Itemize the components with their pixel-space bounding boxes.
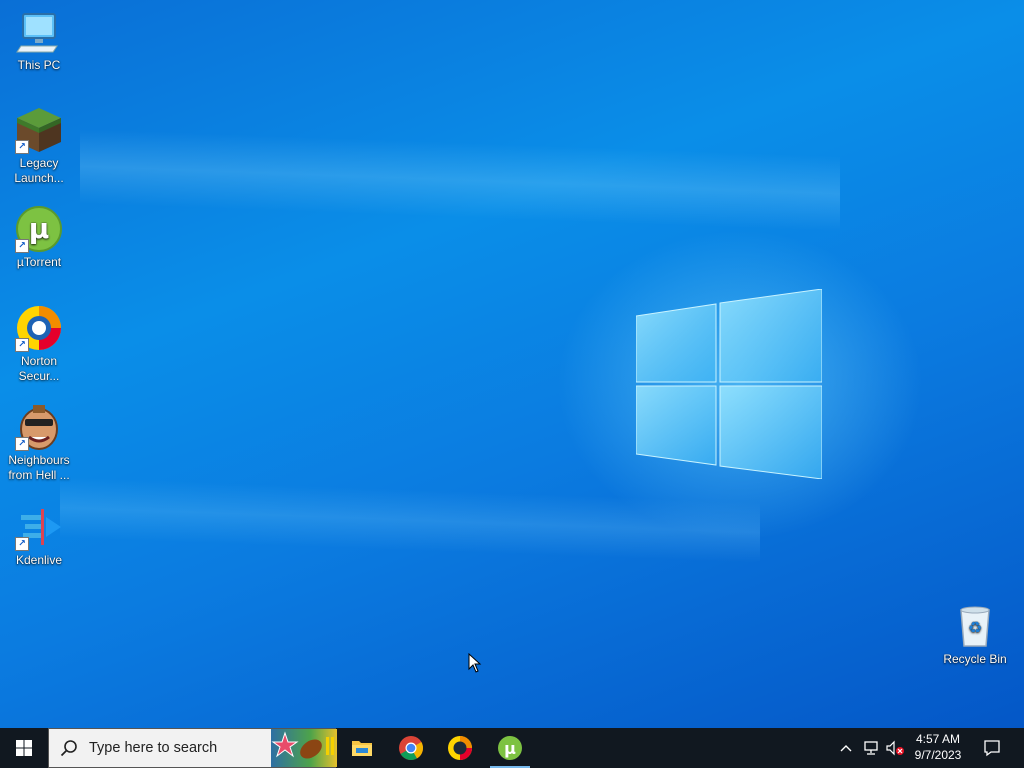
desktop-icon-norton-security[interactable]: ↗ Norton Secur... bbox=[1, 304, 77, 384]
taskbar-utorrent[interactable]: µ bbox=[486, 728, 534, 768]
shortcut-arrow-icon: ↗ bbox=[15, 437, 29, 451]
desktop-icon-kdenlive[interactable]: ↗ Kdenlive bbox=[1, 503, 77, 568]
norton-icon bbox=[448, 736, 472, 760]
desktop-icon-label: µTorrent bbox=[16, 255, 62, 269]
chrome-icon bbox=[399, 736, 424, 761]
desktop-icon-recycle-bin[interactable]: ♻ Recycle Bin bbox=[937, 602, 1013, 667]
desktop-icon-label: Neighbours from Hell ... bbox=[8, 453, 70, 482]
chevron-up-icon bbox=[840, 745, 852, 752]
taskbar-chrome[interactable] bbox=[387, 728, 435, 768]
desktop-icon-label: This PC bbox=[17, 58, 61, 72]
mouse-cursor-icon bbox=[468, 653, 482, 673]
desktop-icon-label: Norton Secur... bbox=[18, 354, 60, 383]
volume-muted-icon bbox=[886, 740, 904, 756]
desktop-icon-label: Legacy Launch... bbox=[14, 156, 64, 185]
this-pc-icon bbox=[15, 8, 63, 56]
windows-start-icon bbox=[16, 740, 32, 756]
network-icon bbox=[864, 741, 878, 755]
file-explorer-icon bbox=[352, 741, 372, 756]
show-hidden-icons-button[interactable] bbox=[836, 728, 856, 768]
search-highlight-art bbox=[271, 729, 337, 767]
desktop: This PC ↗ Legacy Launch... µ ↗ µTorrent bbox=[0, 0, 1024, 728]
desktop-icon-utorrent[interactable]: µ ↗ µTorrent bbox=[1, 205, 77, 270]
desktop-icon-legacy-launcher[interactable]: ↗ Legacy Launch... bbox=[1, 106, 77, 186]
taskbar-norton[interactable] bbox=[436, 728, 484, 768]
start-button[interactable] bbox=[0, 728, 48, 768]
recycle-bin-icon: ♻ bbox=[951, 602, 999, 650]
utorrent-icon: µ bbox=[498, 736, 522, 760]
svg-text:µ: µ bbox=[29, 212, 50, 245]
network-tray-button[interactable] bbox=[860, 728, 882, 768]
windows-logo-wallpaper bbox=[636, 289, 822, 479]
norton-security-icon: ↗ bbox=[15, 304, 63, 352]
kdenlive-icon: ↗ bbox=[15, 503, 63, 551]
minecraft-grass-block-icon: ↗ bbox=[15, 106, 63, 154]
search-box[interactable]: Type here to search bbox=[48, 728, 337, 768]
notification-icon bbox=[984, 740, 1000, 757]
search-placeholder: Type here to search bbox=[89, 740, 218, 756]
desktop-icon-neighbours-from-hell[interactable]: ↗ Neighbours from Hell ... bbox=[1, 403, 77, 483]
taskbar-file-explorer[interactable] bbox=[338, 728, 386, 768]
svg-text:µ: µ bbox=[504, 739, 516, 758]
shortcut-arrow-icon: ↗ bbox=[15, 239, 29, 253]
desktop-icon-this-pc[interactable]: This PC bbox=[1, 8, 77, 73]
utorrent-icon: µ ↗ bbox=[15, 205, 63, 253]
clock-time: 4:57 AM bbox=[915, 732, 961, 746]
clock-date: 9/7/2023 bbox=[914, 748, 962, 762]
volume-tray-button[interactable] bbox=[884, 728, 906, 768]
shortcut-arrow-icon: ↗ bbox=[15, 338, 29, 352]
taskbar-clock[interactable]: 4:57 AM 9/7/2023 bbox=[908, 731, 968, 763]
shortcut-arrow-icon: ↗ bbox=[15, 140, 29, 154]
taskbar: Type here to search µ 4:57 AM 9/7/2023 bbox=[0, 728, 1024, 768]
action-center-button[interactable] bbox=[976, 728, 1008, 768]
neighbours-from-hell-icon: ↗ bbox=[15, 403, 63, 451]
search-icon bbox=[60, 740, 77, 757]
desktop-icon-label: Kdenlive bbox=[15, 553, 63, 567]
desktop-icon-label: Recycle Bin bbox=[943, 652, 1007, 666]
svg-text:♻: ♻ bbox=[968, 618, 982, 637]
shortcut-arrow-icon: ↗ bbox=[15, 537, 29, 551]
